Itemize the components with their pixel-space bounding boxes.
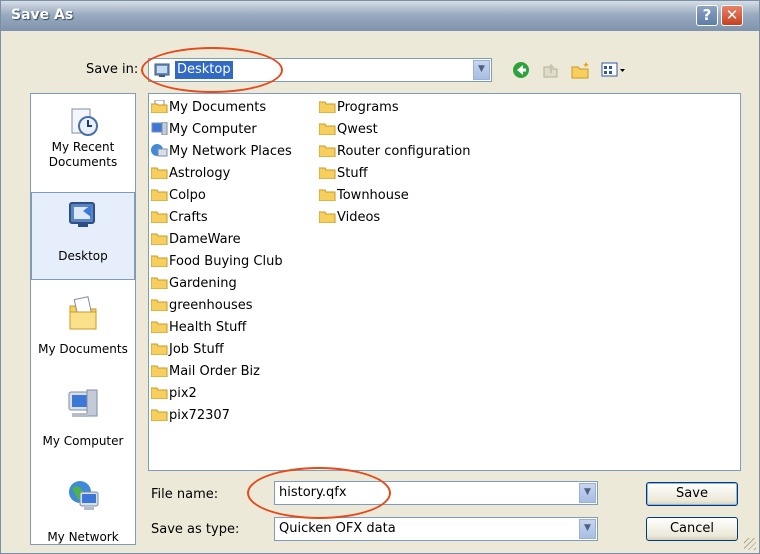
help-button[interactable]: ? — [696, 5, 718, 26]
list-item[interactable]: Food Buying Club — [150, 252, 283, 272]
list-item[interactable]: Colpo — [150, 186, 206, 206]
list-item[interactable]: Stuff — [318, 164, 368, 184]
view-menu-icon[interactable] — [601, 61, 627, 79]
new-folder-icon[interactable] — [571, 61, 591, 79]
folder-icon — [150, 408, 168, 422]
list-item[interactable]: Crafts — [150, 208, 208, 228]
desktop-small-icon — [154, 62, 171, 78]
back-icon[interactable] — [512, 61, 530, 79]
title-bar[interactable]: Save As ? ✕ — [1, 1, 759, 31]
place-desktop[interactable]: Desktop — [31, 192, 135, 280]
save-as-dialog: Save As ? ✕ Save in: Desktop ▼ My Recent… — [0, 0, 760, 554]
file-name-label: File name: — [151, 487, 219, 502]
folder-icon — [150, 364, 168, 378]
place-label-desktop: Desktop — [58, 249, 108, 263]
folder-icon — [150, 298, 168, 312]
folder-icon — [150, 188, 168, 202]
save-as-type-dropdown[interactable]: Quicken OFX data ▼ — [274, 517, 598, 541]
folder-icon — [318, 188, 336, 202]
place-my-computer[interactable]: My Computer — [31, 386, 135, 448]
place-label-recent-documents: My Recent Documents — [48, 140, 118, 169]
my-documents-icon — [66, 292, 100, 336]
desktop-icon — [66, 199, 100, 231]
save-in-dropdown[interactable]: Desktop ▼ — [148, 58, 492, 82]
places-bar: My Recent Documents Desktop My Documents… — [30, 93, 136, 545]
place-label-my-computer: My Computer — [42, 434, 124, 448]
list-item[interactable]: Videos — [318, 208, 380, 228]
list-item[interactable]: Router configuration — [318, 142, 470, 162]
folder-icon — [150, 254, 168, 268]
recent-documents-icon — [66, 106, 100, 138]
folder-icon — [150, 166, 168, 180]
file-name-field[interactable]: history.qfx ▼ — [274, 481, 598, 505]
network-small-icon — [151, 144, 168, 157]
save-as-type-label: Save as type: — [151, 522, 240, 537]
list-item[interactable]: Qwest — [318, 120, 378, 140]
folder-icon — [318, 166, 336, 180]
folder-icon — [318, 210, 336, 224]
list-item[interactable]: DameWare — [150, 230, 241, 250]
save-in-value: Desktop — [175, 61, 233, 79]
file-name-value[interactable]: history.qfx — [279, 485, 347, 500]
folder-icon — [150, 386, 168, 400]
save-in-label: Save in: — [86, 62, 139, 77]
computer-small-icon — [151, 121, 168, 136]
my-computer-icon — [66, 386, 100, 428]
my-network-icon — [66, 478, 100, 520]
folder-icon — [318, 122, 336, 136]
chevron-down-icon[interactable]: ▼ — [579, 483, 596, 503]
list-item[interactable]: Health Stuff — [150, 318, 246, 338]
list-item[interactable]: Job Stuff — [150, 340, 224, 360]
place-label-my-documents: My Documents — [38, 342, 128, 356]
my-documents-small-icon — [150, 99, 168, 114]
place-label-my-network: My Network — [47, 530, 119, 544]
folder-icon — [150, 232, 168, 246]
list-item[interactable]: My Computer — [151, 120, 257, 140]
place-my-network[interactable]: My Network — [31, 478, 135, 544]
folder-icon — [150, 276, 168, 290]
close-button[interactable]: ✕ — [721, 5, 743, 26]
list-item[interactable]: pix2 — [150, 384, 197, 404]
list-item[interactable]: My Network Places — [151, 142, 292, 162]
place-recent-documents[interactable]: My Recent Documents — [31, 106, 135, 170]
list-item[interactable]: greenhouses — [150, 296, 253, 316]
list-item[interactable]: Programs — [318, 98, 399, 118]
folder-icon — [318, 100, 336, 114]
list-item[interactable]: Gardening — [150, 274, 237, 294]
chevron-down-icon[interactable]: ▼ — [473, 60, 490, 80]
list-item[interactable]: Astrology — [150, 164, 230, 184]
list-item[interactable]: My Documents — [150, 98, 266, 118]
resize-grip-icon[interactable] — [744, 538, 756, 550]
save-as-type-value: Quicken OFX data — [279, 521, 396, 536]
place-my-documents[interactable]: My Documents — [31, 292, 135, 356]
list-item[interactable]: Mail Order Biz — [150, 362, 260, 382]
window-title: Save As — [11, 7, 74, 23]
list-item[interactable]: Townhouse — [318, 186, 409, 206]
chevron-down-icon[interactable]: ▼ — [579, 519, 596, 539]
folder-icon — [318, 144, 336, 158]
file-list[interactable]: My Documents My Computer My Network Plac… — [148, 93, 741, 471]
cancel-button[interactable]: Cancel — [646, 517, 738, 541]
save-button[interactable]: Save — [646, 482, 738, 506]
list-item[interactable]: pix72307 — [150, 406, 230, 426]
folder-icon — [150, 320, 168, 334]
folder-icon — [150, 210, 168, 224]
folder-icon — [150, 342, 168, 356]
up-one-level-icon[interactable] — [541, 61, 559, 79]
